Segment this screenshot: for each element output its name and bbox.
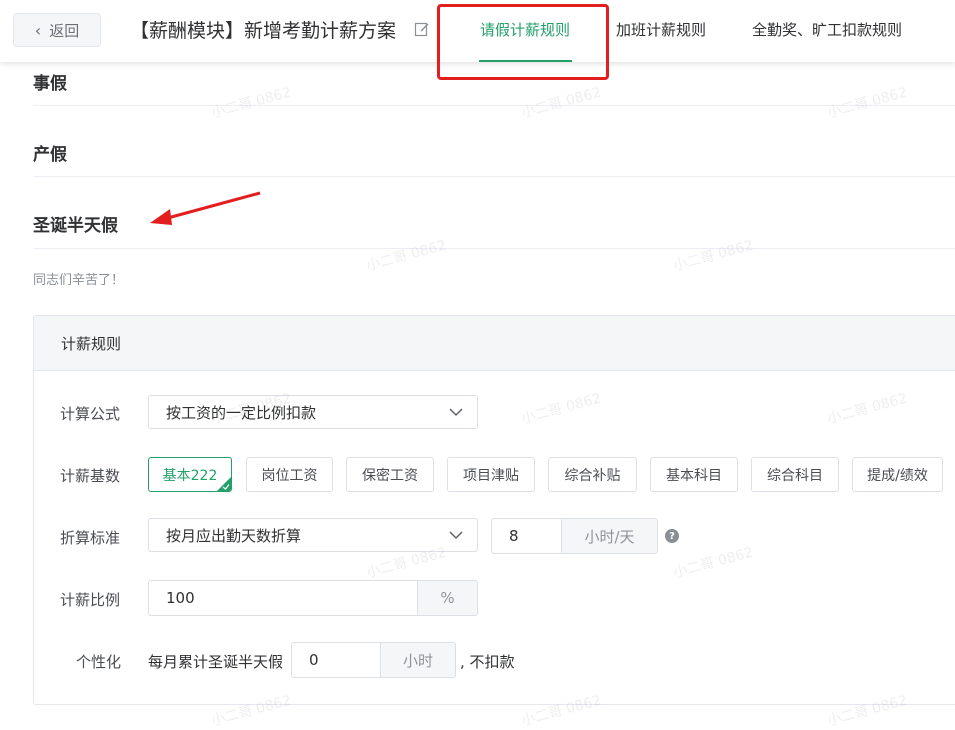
hours-per-day-input[interactable]: 8	[491, 518, 562, 554]
card-title: 计薪规则	[34, 316, 955, 371]
chevron-down-icon	[449, 531, 463, 540]
chevron-down-icon	[449, 408, 463, 417]
help-icon[interactable]: ?	[665, 529, 679, 543]
ratio-unit: %	[417, 580, 478, 616]
tab-overtime-pay-rules[interactable]: 加班计薪规则	[616, 19, 706, 40]
red-arrow-annotation	[150, 191, 261, 225]
back-button[interactable]: ‹ 返回	[13, 13, 101, 47]
base-chip-basic-subject[interactable]: 基本科目	[650, 457, 738, 492]
tab-attendance-bonus-rules[interactable]: 全勤奖、旷工扣款规则	[752, 19, 902, 40]
ratio-label: 计薪比例	[60, 591, 121, 609]
section-christmas-half-day[interactable]: 圣诞半天假	[33, 211, 118, 236]
conversion-label: 折算标准	[60, 529, 121, 547]
conversion-value: 按月应出勤天数折算	[166, 526, 302, 545]
chip-label: 保密工资	[362, 467, 418, 484]
base-chip-position-salary[interactable]: 岗位工资	[246, 457, 333, 492]
formula-value: 按工资的一定比例扣款	[166, 403, 317, 422]
personalize-suffix: , 不扣款	[460, 653, 515, 671]
section-personal-leave[interactable]: 事假	[33, 69, 67, 94]
back-label: 返回	[49, 21, 80, 40]
divider	[33, 248, 955, 249]
formula-select[interactable]: 按工资的一定比例扣款	[148, 395, 478, 429]
ratio-input[interactable]: 100	[148, 580, 418, 616]
base-chip-commission[interactable]: 提成/绩效	[852, 457, 943, 492]
watermark: 小二哥 0862	[671, 237, 756, 275]
watermark: 小二哥 0862	[209, 84, 294, 122]
base-chip-project-allowance[interactable]: 项目津贴	[447, 457, 535, 492]
page-title: 【薪酬模块】新增考勤计薪方案	[130, 20, 397, 42]
personalize-prefix: 每月累计圣诞半天假	[148, 653, 284, 671]
hours-per-day-unit: 小时/天	[561, 518, 658, 554]
personalize-hours-input[interactable]: 0	[291, 642, 381, 678]
chip-label: 岗位工资	[261, 467, 318, 484]
base-chip-confidential-salary[interactable]: 保密工资	[346, 457, 434, 492]
section-note: 同志们辛苦了！	[33, 273, 125, 288]
base-label: 计薪基数	[60, 467, 121, 485]
chip-label: 基本222	[162, 467, 218, 484]
chevron-left-icon: ‹	[34, 20, 42, 40]
divider	[33, 176, 955, 177]
personalize-hours-unit: 小时	[380, 642, 456, 678]
checkmark-corner-icon	[217, 477, 231, 491]
watermark: 小二哥 0862	[519, 84, 604, 122]
base-chip-general-subject[interactable]: 综合科目	[751, 457, 839, 492]
watermark: 小二哥 0862	[825, 84, 910, 122]
chip-label: 综合科目	[767, 467, 823, 484]
base-chip-general-allowance[interactable]: 综合补贴	[548, 457, 637, 492]
chip-label: 基本科目	[666, 467, 722, 484]
section-maternity-leave[interactable]: 产假	[33, 140, 67, 165]
chip-label: 综合补贴	[564, 467, 621, 484]
conversion-select[interactable]: 按月应出勤天数折算	[148, 518, 478, 552]
chip-label: 提成/绩效	[867, 467, 928, 484]
edit-icon[interactable]	[414, 21, 430, 37]
chip-label: 项目津贴	[463, 467, 519, 484]
base-chip-basic222[interactable]: 基本222	[148, 457, 232, 492]
watermark: 小二哥 0862	[364, 237, 449, 275]
formula-label: 计算公式	[60, 405, 121, 423]
divider	[33, 105, 955, 106]
personalize-label: 个性化	[76, 653, 122, 671]
pay-rules-card: 计薪规则	[33, 315, 955, 705]
tab-highlight-box	[437, 4, 609, 80]
